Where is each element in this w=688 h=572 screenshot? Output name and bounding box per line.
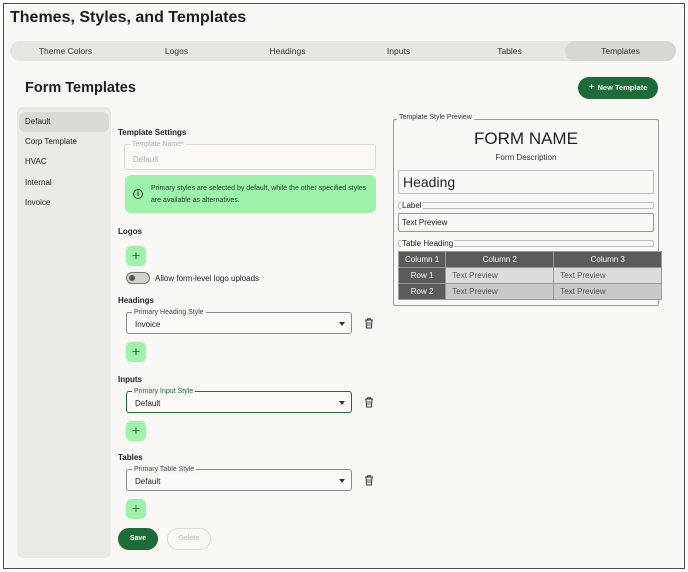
add-heading-style-button[interactable]: + — [126, 342, 146, 362]
sidebar-item-internal[interactable]: Internal — [19, 173, 109, 193]
trash-icon[interactable] — [363, 396, 375, 408]
table-cell: Text Preview — [553, 283, 663, 300]
sidebar-item-invoice[interactable]: Invoice — [19, 193, 109, 213]
table-cell: Text Preview — [445, 283, 555, 300]
add-input-style-button[interactable]: + — [126, 421, 146, 441]
new-template-button[interactable]: + New Template — [578, 77, 658, 99]
logo-upload-toggle[interactable] — [126, 272, 150, 284]
table-row: Row 2 Text Preview Text Preview — [397, 283, 663, 300]
preview-input-label: Label — [401, 201, 423, 210]
app-title: Themes, Styles, and Templates — [10, 9, 247, 26]
table-cell: Text Preview — [445, 267, 555, 284]
primary-table-style-label: Primary Table Style — [132, 465, 197, 474]
info-icon: i — [133, 189, 143, 199]
trash-icon[interactable] — [363, 317, 375, 329]
tab-tables[interactable]: Tables — [454, 41, 565, 61]
info-banner: i Primary styles are selected by default… — [125, 175, 376, 213]
preview-label-bar — [398, 202, 654, 209]
tab-bar: Theme Colors Logos Headings Inputs Table… — [10, 41, 676, 61]
sidebar-item-default[interactable]: Default — [19, 112, 109, 132]
primary-input-style-label: Primary Input Style — [132, 387, 196, 396]
primary-input-style-value: Default — [135, 399, 161, 408]
template-name-field[interactable]: Template Name* Default — [124, 140, 376, 170]
primary-heading-style-select[interactable]: Primary Heading Style Invoice — [126, 308, 352, 334]
preview-input-text: Text Preview — [402, 218, 448, 227]
tab-inputs[interactable]: Inputs — [343, 41, 454, 61]
info-text: Primary styles are selected by default, … — [151, 185, 367, 204]
preview-label: Template Style Preview — [397, 114, 474, 121]
table-cell: Text Preview — [553, 267, 663, 284]
table-row-header: Row 2 — [397, 283, 447, 300]
sidebar-item-hvac[interactable]: HVAC — [19, 152, 109, 172]
template-settings-heading: Template Settings — [118, 128, 187, 137]
chevron-down-icon[interactable] — [339, 322, 345, 326]
preview-table-heading: Table Heading — [401, 239, 455, 248]
primary-table-style-value: Default — [135, 477, 161, 486]
primary-heading-style-value: Invoice — [135, 320, 161, 329]
table-row: Row 1 Text Preview Text Preview — [397, 267, 663, 284]
preview-heading: Heading — [403, 174, 456, 190]
trash-icon[interactable] — [363, 474, 375, 486]
tab-logos[interactable]: Logos — [121, 41, 232, 61]
sidebar-item-corp-template[interactable]: Corp Template — [19, 132, 109, 152]
tab-headings[interactable]: Headings — [232, 41, 343, 61]
chevron-down-icon[interactable] — [339, 479, 345, 483]
headings-heading: Headings — [118, 296, 155, 305]
inputs-heading: Inputs — [118, 375, 142, 384]
add-logo-button[interactable]: + — [126, 246, 146, 266]
table-header-cell: Column 1 — [397, 251, 447, 268]
table-header-cell: Column 2 — [445, 251, 555, 268]
primary-table-style-select[interactable]: Primary Table Style Default — [126, 465, 352, 491]
table-header-row: Column 1 Column 2 Column 3 — [397, 251, 663, 268]
toggle-knob — [129, 275, 135, 281]
new-template-label: New Template — [597, 83, 648, 92]
tab-theme-colors[interactable]: Theme Colors — [10, 41, 121, 61]
tables-heading: Tables — [118, 453, 143, 462]
primary-input-style-select[interactable]: Primary Input Style Default — [126, 387, 352, 413]
logo-upload-toggle-label: Allow form-level logo uploads — [155, 274, 260, 283]
table-row-header: Row 1 — [397, 267, 447, 284]
save-button[interactable]: Save — [118, 528, 158, 550]
template-name-label: Template Name* — [130, 140, 186, 149]
table-header-cell: Column 3 — [553, 251, 663, 268]
preview-table: Column 1 Column 2 Column 3 Row 1 Text Pr… — [397, 251, 663, 300]
tab-templates[interactable]: Templates — [565, 41, 676, 61]
primary-heading-style-label: Primary Heading Style — [132, 308, 206, 317]
preview-form-description: Form Description — [495, 153, 557, 162]
delete-button[interactable]: Delete — [167, 528, 211, 550]
preview-form-name: FORM NAME — [474, 129, 578, 148]
logos-heading: Logos — [118, 227, 142, 236]
add-table-style-button[interactable]: + — [126, 499, 146, 519]
template-name-placeholder: Default — [133, 155, 159, 164]
plus-icon: + — [588, 82, 595, 93]
page-title: Form Templates — [25, 80, 136, 96]
chevron-down-icon[interactable] — [339, 401, 345, 405]
template-sidebar: Default Corp Template HVAC Internal Invo… — [17, 107, 111, 558]
